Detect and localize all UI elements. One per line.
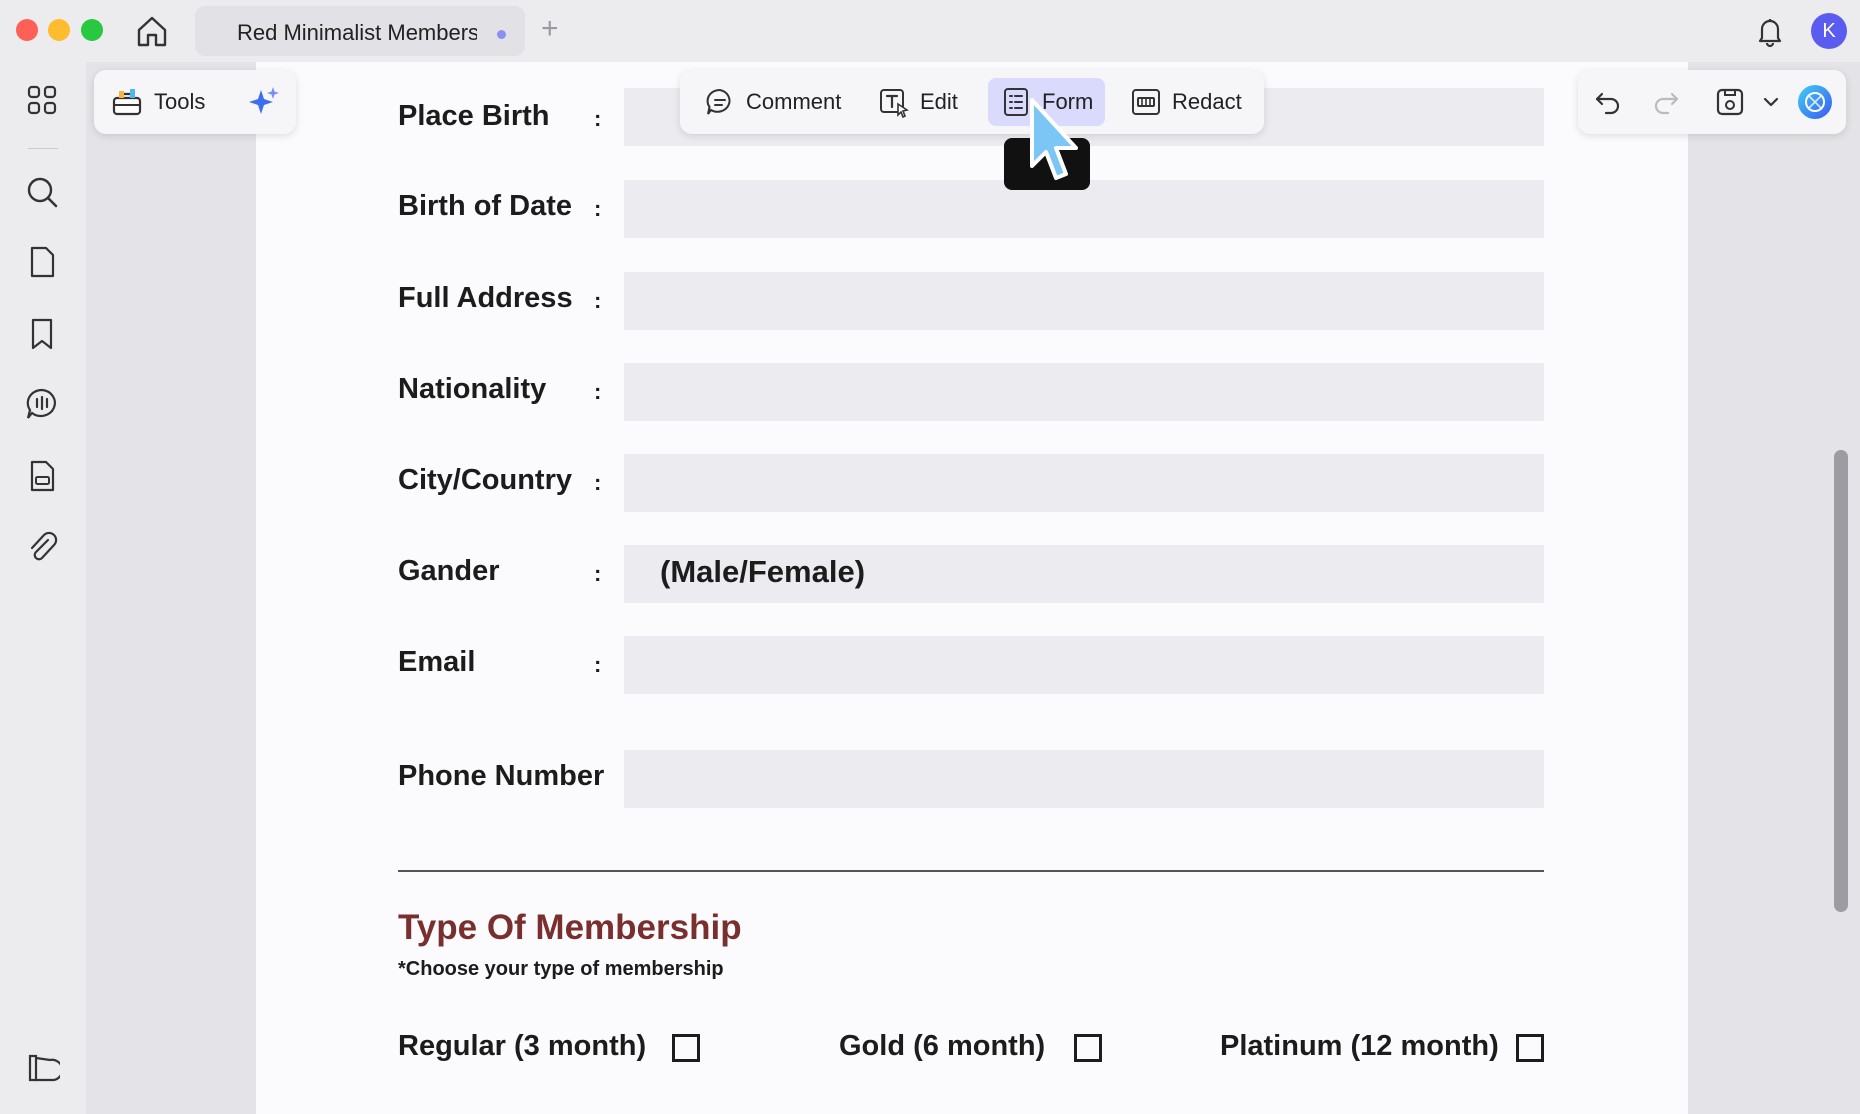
regular-checkbox[interactable] [672, 1034, 700, 1062]
field-colon: : [594, 561, 602, 586]
section-divider [398, 870, 1544, 872]
option-label: Platinum (12 month) [1220, 1030, 1499, 1062]
save-icon[interactable] [1714, 86, 1746, 118]
option-label: Gold (6 month) [839, 1030, 1046, 1062]
ai-sparkle-icon[interactable] [246, 84, 282, 120]
field-label: Nationality [398, 373, 547, 405]
comment-list-icon[interactable] [24, 386, 60, 422]
attachment-icon[interactable] [24, 530, 60, 566]
platinum-checkbox[interactable] [1516, 1034, 1544, 1062]
left-sidebar [0, 62, 86, 1114]
field-label: Birth of Date [398, 190, 572, 222]
document-icon[interactable] [24, 458, 60, 494]
comment-label: Comment [746, 89, 842, 114]
thumbnails-icon[interactable] [24, 82, 60, 118]
gender-value: (Male/Female) [660, 554, 866, 589]
zoom-window-button[interactable] [81, 19, 103, 41]
redo-icon[interactable] [1650, 86, 1682, 118]
city-country-field[interactable] [624, 454, 1544, 512]
new-tab-button[interactable]: + [541, 12, 559, 46]
chevron-down-icon[interactable] [1762, 86, 1780, 118]
field-colon: : [594, 470, 602, 495]
edit-mode-button[interactable]: Edit [866, 78, 970, 126]
home-icon[interactable] [134, 14, 170, 48]
membership-subtitle: *Choose your type of membership [398, 958, 724, 980]
field-colon: : [594, 379, 602, 404]
right-toolbar [1578, 70, 1846, 134]
mode-toolbar: Comment Edit Form Redact [680, 70, 1264, 134]
field-label: City/Country [398, 464, 572, 496]
comment-mode-button[interactable]: Comment [692, 78, 853, 126]
field-label: Gander [398, 555, 500, 587]
title-bar: Red Minimalist Members + K [0, 0, 1860, 62]
page-icon[interactable] [24, 244, 60, 280]
toolbox-icon [112, 89, 142, 116]
redact-label: Redact [1172, 89, 1242, 114]
field-colon: : [594, 106, 602, 131]
redact-icon [1132, 89, 1160, 115]
tools-label: Tools [154, 89, 206, 114]
full-address-field[interactable] [624, 272, 1544, 330]
ai-assistant-icon[interactable] [1796, 83, 1834, 121]
edit-text-icon [880, 89, 909, 118]
unsaved-dot-icon [497, 30, 506, 39]
field-label: Email [398, 646, 476, 678]
search-icon[interactable] [24, 174, 60, 210]
field-colon: : [594, 652, 602, 677]
tools-button[interactable]: Tools [110, 84, 205, 120]
bookmark-icon[interactable] [24, 316, 60, 352]
minimize-window-button[interactable] [48, 19, 70, 41]
edit-label: Edit [920, 89, 958, 114]
notification-bell-icon[interactable] [1753, 14, 1787, 48]
membership-title: Type Of Membership [398, 908, 742, 947]
email-field[interactable] [624, 636, 1544, 694]
sidebar-divider [28, 148, 58, 149]
field-label: Full Address [398, 282, 573, 314]
mouse-pointer-icon [1030, 98, 1078, 180]
tab-title: Red Minimalist Members [237, 20, 477, 45]
vertical-scrollbar[interactable] [1834, 450, 1848, 912]
field-label: Phone Number [398, 760, 605, 792]
close-window-button[interactable] [16, 19, 38, 41]
user-avatar[interactable]: K [1811, 13, 1847, 49]
gender-field[interactable]: (Male/Female) [624, 545, 1544, 603]
reading-mode-icon[interactable] [24, 1050, 60, 1086]
nationality-field[interactable] [624, 363, 1544, 421]
field-colon: : [594, 288, 602, 313]
tools-toolbar: Tools [94, 70, 296, 134]
field-label: Place Birth [398, 100, 550, 132]
phone-number-field[interactable] [624, 750, 1544, 808]
comment-icon [706, 88, 731, 115]
document-tab[interactable]: Red Minimalist Members [195, 6, 525, 56]
gold-checkbox[interactable] [1074, 1034, 1102, 1062]
redact-mode-button[interactable]: Redact [1118, 78, 1254, 126]
undo-icon[interactable] [1592, 86, 1624, 118]
field-colon: : [594, 196, 602, 221]
option-label: Regular (3 month) [398, 1030, 647, 1062]
